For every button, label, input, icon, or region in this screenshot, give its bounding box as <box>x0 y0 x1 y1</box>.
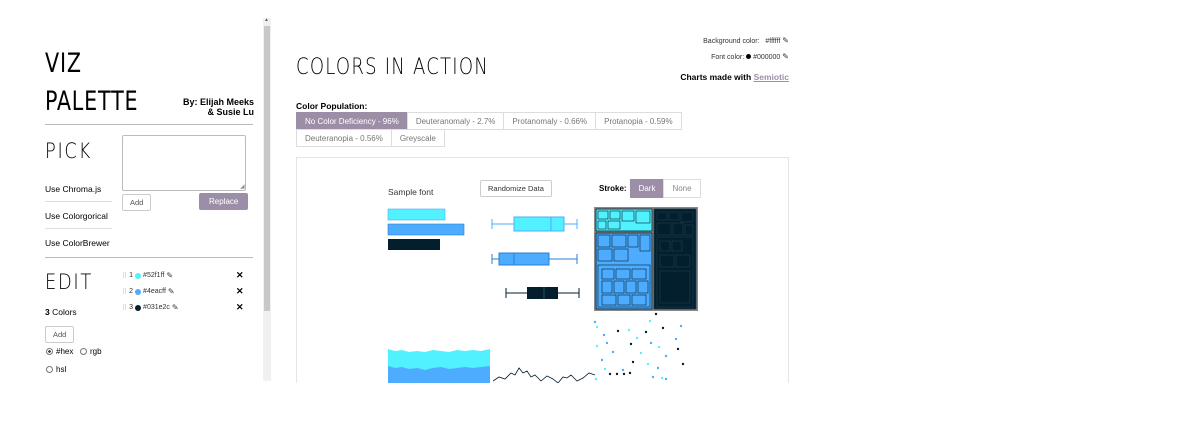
charts-made-with-label: Charts made with <box>680 72 752 82</box>
resize-handle-icon[interactable]: ◢ <box>240 183 245 190</box>
bar-mark <box>387 208 446 221</box>
replace-button[interactable]: Replace <box>199 193 249 210</box>
color-hex: #4eacff <box>143 288 166 295</box>
pick-add-button[interactable]: Add <box>122 194 152 211</box>
tab-protanopia[interactable]: Protanopia - 0.59% <box>595 112 682 130</box>
pencil-icon[interactable]: ✎ <box>782 52 789 61</box>
line-series-dark <box>493 367 596 383</box>
background-color-value: #ffffff <box>765 38 781 45</box>
palette-textarea[interactable] <box>122 135 246 191</box>
font-color-value: #000000 <box>753 54 781 61</box>
use-chroma-link[interactable]: Use Chroma.js <box>45 184 112 202</box>
brand-title-line2: PALETTE <box>45 86 139 117</box>
color-swatch[interactable] <box>135 272 142 279</box>
color-count-label: Colors <box>52 307 77 317</box>
bar-mark <box>388 239 440 250</box>
remove-color-1-icon[interactable]: ✕ <box>236 270 244 281</box>
edit-add-button[interactable]: Add <box>45 326 75 343</box>
stroke-toggle: Stroke: Dark None <box>599 179 701 198</box>
color-swatch[interactable] <box>135 288 142 295</box>
stroke-label: Stroke: <box>599 184 627 193</box>
font-color-setting: Font color: #000000 ✎ <box>640 52 789 61</box>
byline-author-2: & Susie Lu <box>207 107 254 117</box>
sidebar-scroll-thumb[interactable] <box>264 26 270 311</box>
box-plot-3 <box>505 287 580 299</box>
color-count-number: 3 <box>45 307 50 317</box>
use-colorgorical-link[interactable]: Use Colorgorical <box>45 211 112 229</box>
radio-icon[interactable] <box>80 348 87 355</box>
brand-title-line1: VIZ <box>45 48 82 79</box>
radio-selected-icon[interactable] <box>46 348 53 355</box>
color-row-2[interactable]: ⠿ 2 #4eacff ✎ <box>122 287 175 296</box>
format-hex-radio[interactable]: #hex <box>46 347 73 356</box>
color-row-1[interactable]: ⠿ 1 #52f1ff ✎ <box>122 271 173 280</box>
color-index: 1 <box>129 272 134 279</box>
charts-credit: Charts made with Semiotic <box>640 72 789 82</box>
pick-title: PICK <box>45 139 93 163</box>
color-hex: #52f1ff <box>143 272 165 279</box>
bar-mark <box>387 223 465 236</box>
drag-handle-icon[interactable]: ⠿ <box>122 272 127 280</box>
byline: By: Elijah Meeks & Susie Lu <box>170 97 254 117</box>
pencil-icon[interactable]: ✎ <box>168 287 175 296</box>
format-rgb-radio[interactable]: rgb <box>80 347 102 356</box>
page-title: COLORS IN ACTION <box>296 55 490 80</box>
area-series-2 <box>388 366 490 383</box>
pencil-icon[interactable]: ✎ <box>782 36 789 45</box>
use-colorbrewer-link[interactable]: Use ColorBrewer <box>45 238 112 255</box>
divider <box>45 124 253 125</box>
semiotic-link[interactable]: Semiotic <box>754 72 789 82</box>
randomize-data-button[interactable]: Randomize Data <box>480 180 552 197</box>
background-color-setting: Background color: #ffffff ✎ <box>640 36 789 45</box>
scroll-up-icon[interactable]: ▲ <box>264 17 269 23</box>
color-row-3[interactable]: ⠿ 3 #031e2c ✎ <box>122 303 179 312</box>
tab-no-color-deficiency[interactable]: No Color Deficiency - 96% <box>296 112 408 130</box>
sample-area-chart <box>388 349 490 383</box>
color-index: 2 <box>129 288 134 295</box>
remove-color-3-icon[interactable]: ✕ <box>236 302 244 313</box>
tab-protanomaly[interactable]: Protanomaly - 0.66% <box>503 112 597 130</box>
drag-handle-icon[interactable]: ⠿ <box>122 304 127 312</box>
font-color-swatch[interactable] <box>746 54 752 59</box>
color-hex: #031e2c <box>143 304 170 311</box>
sample-scatter-plot <box>593 312 685 381</box>
format-rgb-label: rgb <box>90 347 102 356</box>
color-population-label: Color Population: <box>296 101 368 111</box>
drag-handle-icon[interactable]: ⠿ <box>122 288 127 296</box>
scatter-points <box>593 312 685 381</box>
sample-box-plot <box>491 216 580 299</box>
color-index: 3 <box>129 304 134 311</box>
divider <box>45 257 253 258</box>
remove-color-2-icon[interactable]: ✕ <box>236 286 244 297</box>
stroke-none-button[interactable]: None <box>663 179 701 198</box>
byline-author-1: By: Elijah Meeks <box>182 97 254 107</box>
tab-deuteranopia[interactable]: Deuteranopia - 0.56% <box>296 129 392 147</box>
format-hsl-radio[interactable]: hsl <box>46 365 66 374</box>
box-plot-1 <box>491 216 578 232</box>
radio-icon[interactable] <box>46 366 53 373</box>
format-hsl-label: hsl <box>56 365 67 374</box>
sample-line-chart <box>493 367 596 383</box>
color-swatch[interactable] <box>135 304 142 311</box>
box-plot-2 <box>491 252 578 266</box>
pencil-icon[interactable]: ✎ <box>166 271 173 280</box>
tab-greyscale[interactable]: Greyscale <box>390 129 445 147</box>
pencil-icon[interactable]: ✎ <box>172 303 179 312</box>
sample-font-label: Sample font <box>388 187 434 197</box>
color-population-tabs: No Color Deficiency - 96% Deuteranomaly … <box>296 112 774 147</box>
font-color-label: Font color: <box>711 54 745 61</box>
sample-treemap <box>594 207 698 311</box>
format-hex-label: #hex <box>56 347 74 356</box>
color-count: 3 Colors <box>45 307 77 317</box>
edit-title: EDIT <box>45 270 93 294</box>
charts-panel: Sample font Randomize Data Stroke: Dark … <box>296 157 789 383</box>
sample-bar-chart <box>387 208 465 250</box>
background-color-label: Background color: <box>703 38 760 45</box>
stroke-dark-button[interactable]: Dark <box>629 179 665 198</box>
tab-deuteranomaly[interactable]: Deuteranomaly - 2.7% <box>406 112 505 130</box>
